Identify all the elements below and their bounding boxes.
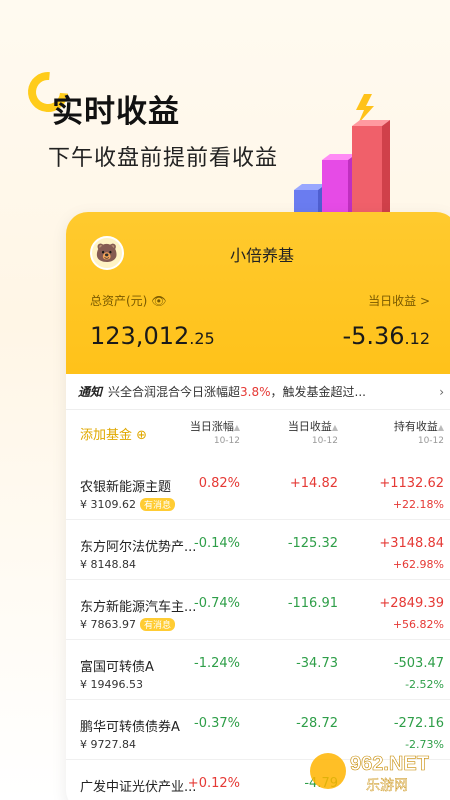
daily-income: -116.91 <box>287 596 338 611</box>
total-asset-value: 123,012.25 <box>90 322 215 350</box>
eye-icon[interactable]: 👁 <box>151 294 166 308</box>
fund-name: 农银新能源主题 <box>80 480 172 495</box>
fund-amount: ¥ 7863.97 有消息 <box>80 618 175 631</box>
hold-income: +1132.62 <box>379 476 444 491</box>
lightning-icon <box>356 94 374 124</box>
fund-card: 🐻 小倍养基 总资产(元) 👁 当日收益 > 123,012.25 -5.36.1… <box>66 212 450 800</box>
daily-income: +14.82 <box>289 476 338 491</box>
hold-rate: -2.52% <box>405 678 444 691</box>
news-badge[interactable]: 有消息 <box>139 498 175 511</box>
add-fund-button[interactable]: 添加基金 ⊕ <box>80 424 147 443</box>
table-row[interactable]: 东方新能源汽车主... ¥ 7863.97 有消息 -0.74% -116.91 +284… <box>66 580 450 640</box>
hold-rate: +62.98% <box>392 558 444 571</box>
daily-change: -0.14% <box>194 536 240 551</box>
fund-amount: ¥ 3109.62 有消息 <box>80 498 175 511</box>
fund-amount: ¥ 19496.53 <box>80 678 143 691</box>
hold-income: -272.16 <box>393 716 444 731</box>
hold-income: +2849.39 <box>379 596 444 611</box>
fund-name: 鹏华可转债债券A <box>80 720 180 735</box>
asset-label[interactable]: 总资产(元) 👁 <box>90 292 167 309</box>
col-header-change[interactable]: 当日涨幅▲ 10-12 <box>190 418 240 446</box>
fund-amount: ¥ 9727.84 <box>80 738 136 751</box>
app-name: 小倍养基 <box>229 246 294 265</box>
watermark-text: 962.NET <box>350 753 429 775</box>
fund-name: 东方阿尔法优势产... <box>80 540 197 555</box>
daily-change: -1.24% <box>194 656 240 671</box>
hold-income: +3148.84 <box>379 536 444 551</box>
col-header-hold[interactable]: 持有收益▲ 10-12 <box>394 418 444 446</box>
hold-income: -503.47 <box>393 656 444 671</box>
notice-bar[interactable]: 通知 兴全合润混合今日涨幅超 3.8% ，触发基金超过... › <box>66 374 450 410</box>
hold-rate: +22.18% <box>392 498 444 511</box>
news-badge[interactable]: 有消息 <box>139 618 175 631</box>
bar-red <box>352 120 390 224</box>
daily-income: -28.72 <box>296 716 338 731</box>
daily-change: -0.74% <box>194 596 240 611</box>
hero-subtitle: 下午收盘前提前看收益 <box>48 146 279 171</box>
today-income-value: -5.36.12 <box>342 322 430 350</box>
hero-title: 实时收益 <box>52 94 180 130</box>
daily-income: -34.73 <box>296 656 338 671</box>
table-row[interactable]: 农银新能源主题 ¥ 3109.62 有消息 0.82% +14.82 +1132.62 +2… <box>66 460 450 520</box>
card-header: 🐻 小倍养基 总资产(元) 👁 当日收益 > 123,012.25 -5.36.1… <box>66 212 450 374</box>
watermark-sub: 乐游网 <box>366 778 408 794</box>
fund-name: 东方新能源汽车主... <box>80 600 197 615</box>
table-row[interactable]: 富国可转债A ¥ 19496.53 -1.24% -34.73 -503.47 -2.52… <box>66 640 450 700</box>
table-header: 添加基金 ⊕ 当日涨幅▲ 10-12 当日收益▲ 10-12 持有收益▲ 10-12 <box>66 412 450 458</box>
daily-change: +0.12% <box>187 776 240 791</box>
site-watermark: 962.NET 乐游网 <box>310 753 429 794</box>
fund-amount: ¥ 8148.84 <box>80 558 136 571</box>
col-header-today[interactable]: 当日收益▲ 10-12 <box>288 418 338 446</box>
fund-name: 富国可转债A <box>80 660 154 675</box>
today-income-link[interactable]: 当日收益 > <box>368 292 430 309</box>
chevron-right-icon: › <box>439 384 444 399</box>
daily-change: 0.82% <box>198 476 240 491</box>
notice-tag: 通知 <box>78 385 103 399</box>
daily-income: -125.32 <box>287 536 338 551</box>
daily-change: -0.37% <box>194 716 240 731</box>
hold-rate: +56.82% <box>392 618 444 631</box>
table-row[interactable]: 东方阿尔法优势产... ¥ 8148.84 -0.14% -125.32 +3148.8… <box>66 520 450 580</box>
fund-name: 广发中证光伏产业... <box>80 780 197 795</box>
